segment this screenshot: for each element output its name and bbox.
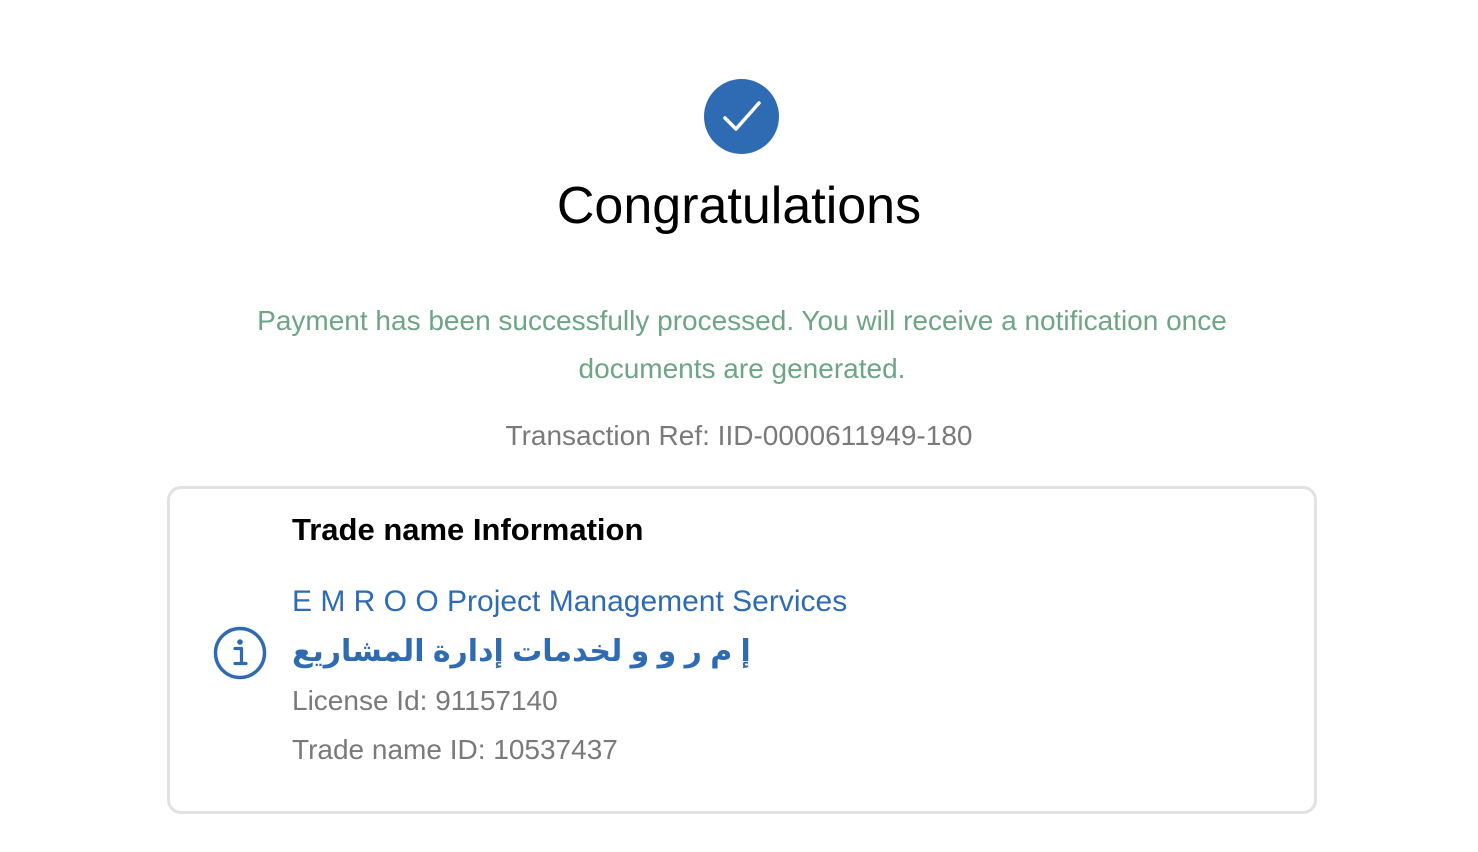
info-icon [213, 626, 267, 680]
page-title: Congratulations [556, 177, 922, 235]
card-title: Trade name Information [292, 512, 644, 547]
trade-name-card: Trade name Information E M R O O Project… [167, 486, 1317, 814]
payment-success-page: Congratulations Payment has been success… [0, 0, 1478, 852]
license-id: License Id: 91157140 [292, 685, 558, 716]
check-circle-icon [704, 79, 779, 154]
trade-name-english: E M R O O Project Management Services [292, 585, 848, 618]
success-message: Payment has been successfully processed.… [257, 305, 1227, 384]
checkmark-glyph [722, 100, 761, 131]
trade-name-id: Trade name ID: 10537437 [292, 734, 618, 765]
transaction-reference: Transaction Ref: IID-0000611949-180 [505, 420, 973, 451]
trade-name-arabic: إ م ر و و لخدمات إدارة المشاريع [292, 635, 751, 668]
